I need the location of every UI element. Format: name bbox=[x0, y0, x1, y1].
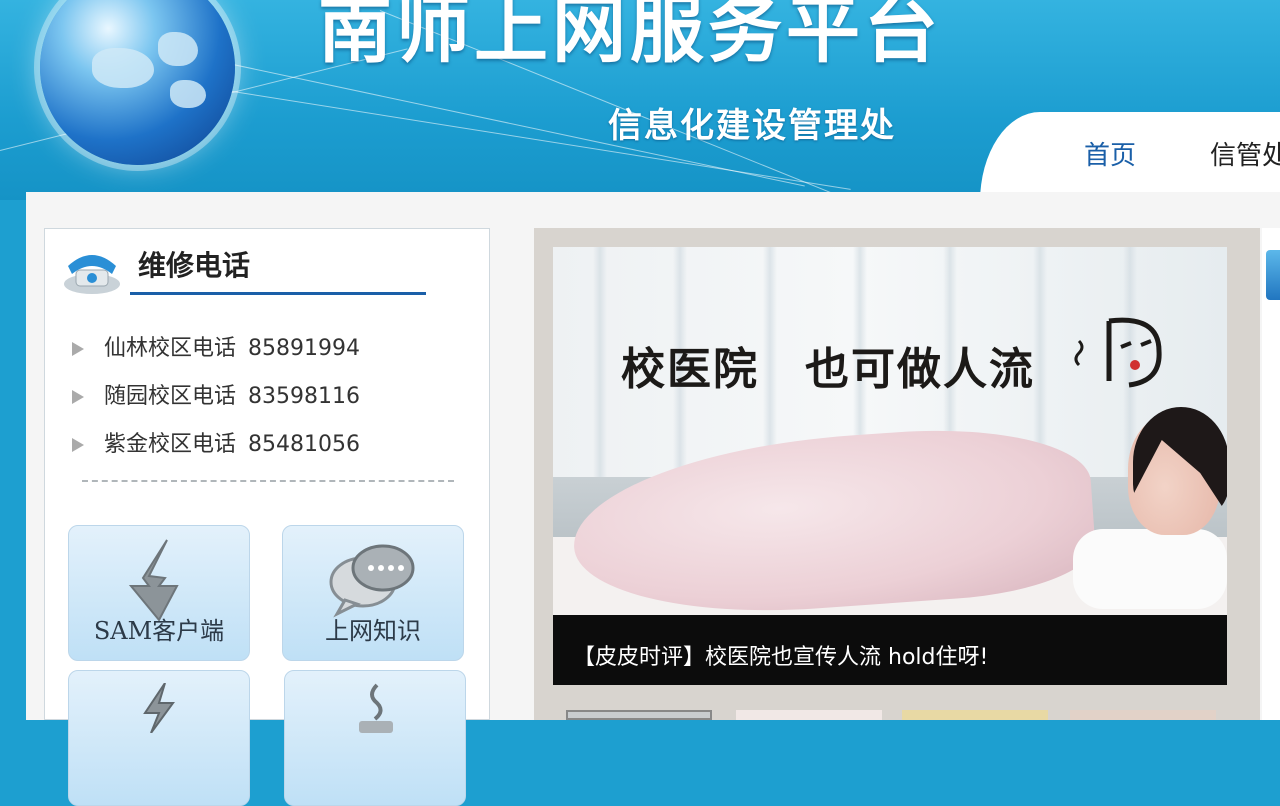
tile-label: 上网知识 bbox=[325, 617, 421, 645]
telephone-icon bbox=[64, 255, 120, 294]
title-underline bbox=[130, 292, 426, 295]
lightning-icon bbox=[143, 683, 175, 733]
phone-label: 仙林校区电话 bbox=[104, 336, 237, 361]
slider-thumbnail[interactable] bbox=[1070, 710, 1216, 720]
phone-number: 85891994 bbox=[248, 336, 360, 361]
panel-title: 维修电话 bbox=[138, 249, 251, 282]
dotted-divider bbox=[82, 480, 454, 482]
slider-image[interactable]: 校医院 也可做人流 bbox=[553, 247, 1227, 615]
slider-caption[interactable]: 【皮皮时评】校医院也宣传人流 hold住呀! bbox=[553, 615, 1227, 685]
internet-knowledge-button[interactable]: 上网知识 bbox=[282, 525, 464, 661]
right-panel bbox=[1262, 228, 1280, 720]
nav-item-home[interactable]: 首页 bbox=[1060, 130, 1160, 196]
sam-client-button[interactable]: SAM客户端 bbox=[68, 525, 250, 661]
site-subtitle: 信息化建设管理处 bbox=[608, 106, 896, 146]
globe-logo-icon bbox=[40, 0, 235, 165]
bullet-triangle-icon bbox=[72, 390, 84, 404]
phone-label: 紫金校区电话 bbox=[104, 432, 237, 457]
nav-item-info-office[interactable]: 信管处 bbox=[1210, 130, 1280, 182]
phone-list-item: 仙林校区电话 85891994 bbox=[72, 330, 360, 362]
slider-thumbnail[interactable] bbox=[902, 710, 1048, 720]
bullet-triangle-icon bbox=[72, 438, 84, 452]
slider-thumbnail[interactable] bbox=[566, 710, 712, 720]
phone-label: 随园校区电话 bbox=[104, 384, 237, 409]
bullet-triangle-icon bbox=[72, 342, 84, 356]
tile-label: SAM客户端 bbox=[93, 617, 225, 645]
panel-icon bbox=[1266, 250, 1280, 300]
tile-button[interactable] bbox=[284, 670, 466, 806]
phone-list-item: 紫金校区电话 85481056 bbox=[72, 426, 360, 458]
phone-list-item: 随园校区电话 83598116 bbox=[72, 378, 360, 410]
cup-icon bbox=[359, 683, 393, 733]
slider-thumbnail[interactable] bbox=[736, 710, 882, 720]
image-headline: 校医院 也可做人流 bbox=[621, 344, 1035, 395]
chat-bubbles-icon bbox=[329, 544, 415, 618]
phone-number: 85481056 bbox=[248, 432, 360, 457]
sad-face-doodle-icon bbox=[1074, 317, 1162, 388]
download-arrow-icon bbox=[128, 539, 179, 622]
tile-button[interactable] bbox=[68, 670, 250, 806]
site-title: 南师上网服务平台 bbox=[318, 0, 942, 73]
phone-number: 83598116 bbox=[248, 384, 360, 409]
